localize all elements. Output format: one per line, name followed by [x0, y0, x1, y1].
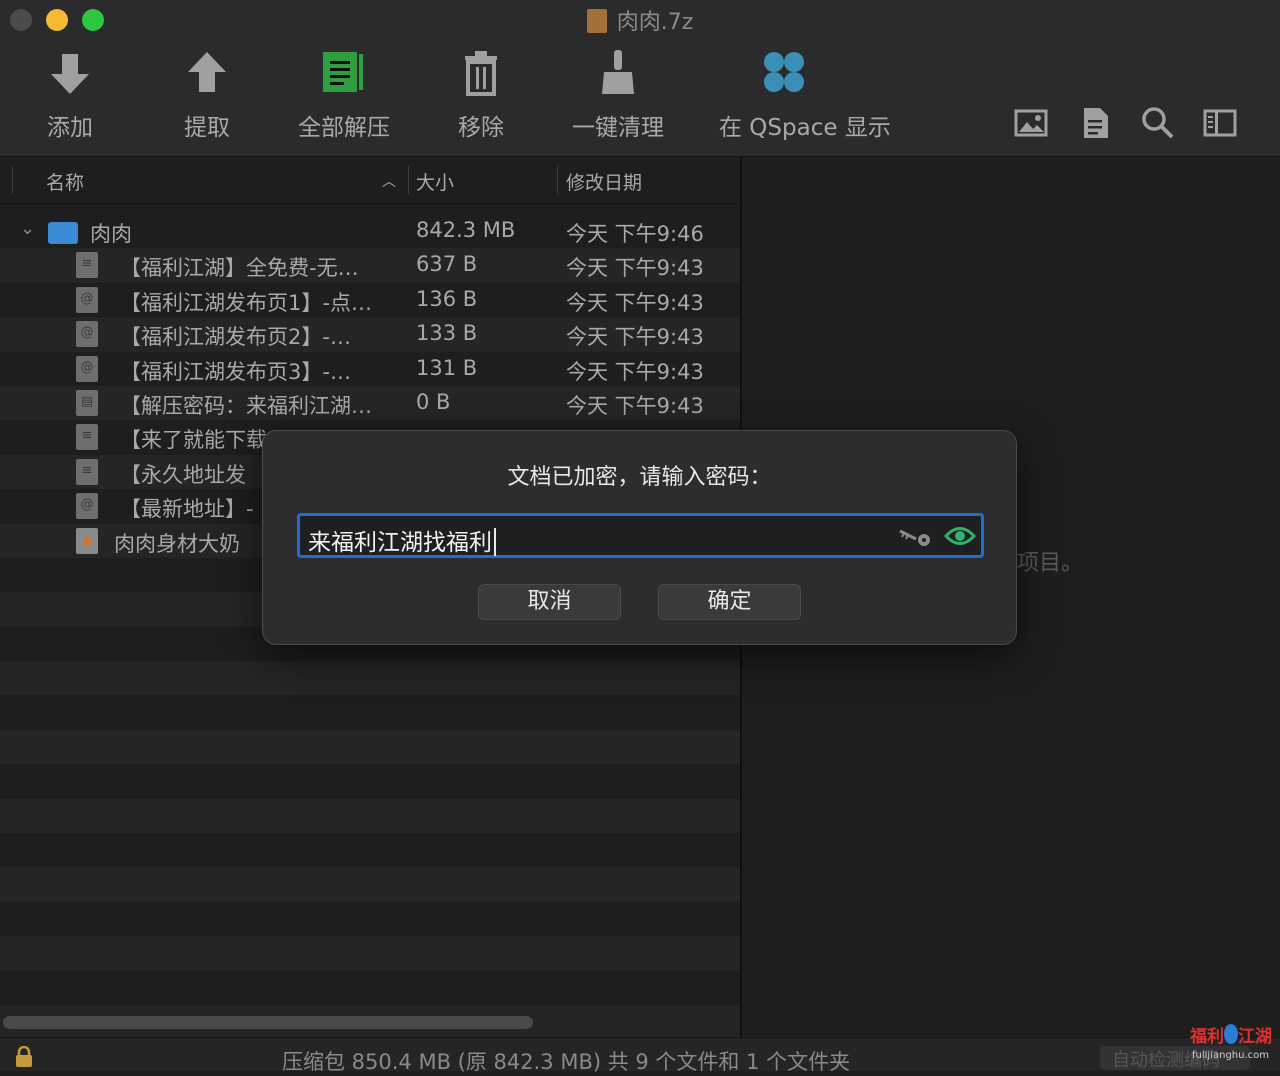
webloc-file-icon: @ — [76, 493, 98, 520]
empty-row — [0, 867, 740, 902]
folder-icon — [48, 222, 78, 244]
video-file-icon: ▲ — [76, 527, 98, 554]
archive-icon — [586, 9, 607, 33]
svg-text:江湖: 江湖 — [1238, 1027, 1272, 1047]
disclosure-chevron-icon[interactable]: ⌄ — [20, 218, 35, 239]
table-row[interactable]: @ 【福利江湖发布页3】-… 131 B 今天 下午9:43 — [0, 352, 740, 386]
sidebar-toggle-icon[interactable] — [1203, 106, 1237, 140]
broom-icon — [553, 46, 683, 100]
table-row[interactable]: ▤ 【解压密码：来福利江湖… 0 B 今天 下午9:43 — [0, 385, 740, 421]
empty-row — [0, 902, 740, 936]
horizontal-scrollbar[interactable] — [3, 1016, 533, 1029]
text-file-icon: ≡ — [76, 458, 98, 485]
column-name-header[interactable]: 名称 — [46, 168, 84, 195]
folder-row[interactable]: ⌄ 肉肉 842.3 MB 今天 下午9:46 — [0, 214, 740, 248]
password-value: 来福利江湖找福利 — [308, 523, 496, 557]
cancel-button[interactable]: 取消 — [478, 584, 621, 620]
preview-message: 项目。 — [1017, 551, 1084, 576]
empty-row — [0, 798, 740, 834]
extract-arrow-up-icon — [142, 46, 272, 100]
eye-icon[interactable] — [943, 525, 977, 547]
toolbar: 肉肉.7z 添加 提取 全部解压 移除 一键清理 在 QSpace 显示 — [0, 0, 1280, 157]
empty-row — [0, 971, 740, 1005]
empty-row — [0, 833, 740, 867]
empty-row — [0, 764, 740, 798]
add-button[interactable]: 添加 — [5, 46, 135, 146]
empty-row — [0, 661, 740, 696]
remove-button[interactable]: 移除 — [416, 46, 546, 146]
file-info-icon[interactable] — [1078, 106, 1112, 140]
search-icon[interactable] — [1141, 106, 1175, 140]
webloc-file-icon: @ — [76, 355, 98, 382]
text-file-icon: ≡ — [76, 252, 98, 279]
webloc-file-icon: @ — [76, 286, 98, 313]
column-separator — [408, 166, 409, 194]
window-title: 肉肉.7z — [0, 4, 1280, 36]
qspace-icon — [719, 46, 849, 100]
svg-text:福利: 福利 — [1189, 1026, 1224, 1047]
password-input[interactable]: 来福利江湖找福利 — [297, 513, 984, 558]
green-document-icon — [279, 46, 409, 100]
show-in-qspace-button[interactable]: 在 QSpace 显示 — [719, 46, 891, 146]
extract-all-button[interactable]: 全部解压 — [279, 46, 409, 146]
password-dialog: 文档已加密，请输入密码： 来福利江湖找福利 取消 确定 — [262, 430, 1017, 645]
clean-button[interactable]: 一键清理 — [553, 46, 683, 146]
status-text: 压缩包 850.4 MB (原 842.3 MB) 共 9 个文件和 1 个文件… — [282, 1050, 851, 1074]
lock-icon[interactable] — [14, 1045, 34, 1067]
webloc-file-icon: @ — [76, 321, 98, 348]
status-bar: 压缩包 850.4 MB (原 842.3 MB) 共 9 个文件和 1 个文件… — [0, 1037, 1280, 1074]
column-separator — [12, 166, 13, 194]
column-size-header[interactable]: 大小 — [416, 168, 454, 195]
key-icon[interactable] — [898, 525, 934, 547]
watermark-logo: 福利 江湖 fulijianghu.com — [1188, 1018, 1274, 1064]
column-date-header[interactable]: 修改日期 — [566, 168, 642, 195]
image-preview-icon[interactable] — [1014, 106, 1048, 140]
empty-row — [0, 695, 740, 729]
text-file-icon: ≡ — [76, 424, 98, 451]
empty-row — [0, 936, 740, 971]
table-row[interactable]: ≡ 【福利江湖】全免费-无… 637 B 今天 下午9:43 — [0, 248, 740, 283]
svg-text:fulijianghu.com: fulijianghu.com — [1192, 1050, 1269, 1061]
column-separator — [557, 166, 558, 194]
dialog-prompt: 文档已加密，请输入密码： — [507, 465, 772, 490]
column-header: 名称 ︿ 大小 修改日期 — [0, 157, 740, 204]
table-row[interactable]: @ 【福利江湖发布页1】-点… 136 B 今天 下午9:43 — [0, 283, 740, 317]
ok-button[interactable]: 确定 — [658, 584, 801, 620]
sort-ascending-icon: ︿ — [382, 174, 396, 190]
doc-file-icon: ▤ — [76, 389, 98, 416]
text-caret — [494, 528, 496, 556]
extract-button[interactable]: 提取 — [142, 46, 272, 146]
table-row[interactable]: @ 【福利江湖发布页2】-… 133 B 今天 下午9:43 — [0, 317, 740, 352]
add-arrow-down-icon — [5, 46, 135, 100]
trash-icon — [416, 46, 546, 100]
empty-row — [0, 729, 740, 765]
